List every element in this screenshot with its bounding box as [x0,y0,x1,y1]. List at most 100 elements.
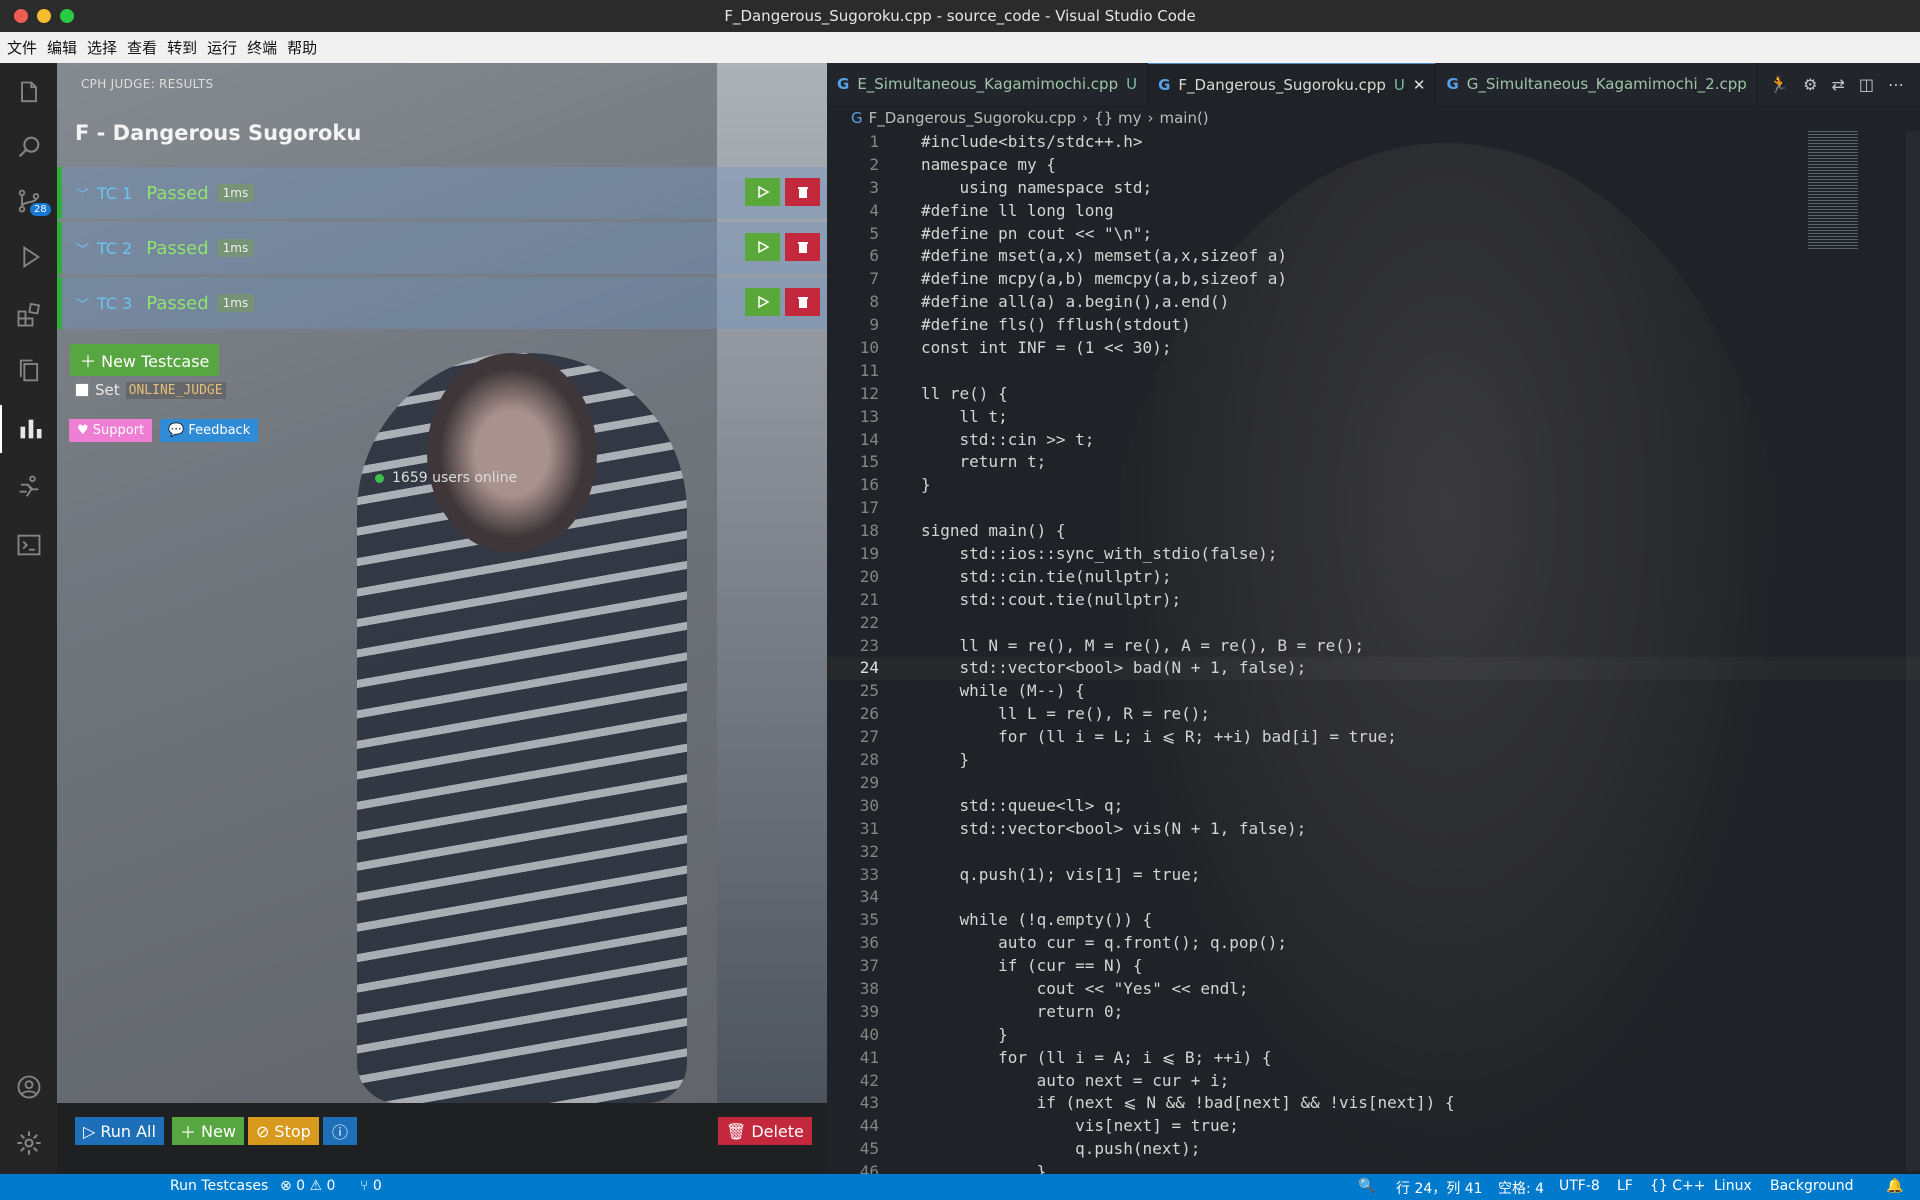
code-line[interactable]: 28 } [827,749,1920,772]
code-line[interactable]: 7 #define mcpy(a,b) memcpy(a,b,sizeof a) [827,268,1920,291]
tab-f-dangerous[interactable]: G F_Dangerous_Sugoroku.cpp U ✕ [1148,63,1437,106]
code-line[interactable]: 14 std::cin >> t; [827,429,1920,452]
compare-changes-icon[interactable]: ⇄ [1831,75,1844,94]
code-line[interactable]: 2 namespace my { [827,154,1920,177]
eol-status[interactable]: LF [1617,1178,1633,1194]
run-testcase-button[interactable] [745,178,780,206]
notifications-icon[interactable]: 🔔 [1886,1178,1903,1194]
online-judge-checkbox[interactable] [75,383,89,397]
code-line[interactable]: 17 [827,497,1920,520]
minimap[interactable] [1808,131,1858,251]
copy-icon[interactable] [0,347,57,395]
run-testcase-button[interactable] [745,288,780,316]
code-line[interactable]: 40 } [827,1024,1920,1047]
chevron-down-icon[interactable]: ﹀ [76,294,89,313]
os-status[interactable]: Linux [1714,1178,1752,1194]
menu-goto[interactable]: 转到 [167,37,197,58]
testcase-row[interactable]: ﹀ TC 2 Passed 1ms [57,222,827,274]
code-line[interactable]: 35 while (!q.empty()) { [827,909,1920,932]
feedback-button[interactable]: 💬 Feedback [160,419,259,442]
code-line[interactable]: 43 if (next ⩽ N && !bad[next] && !vis[ne… [827,1092,1920,1115]
menu-run[interactable]: 运行 [207,37,237,58]
code-line[interactable]: 12 ll re() { [827,383,1920,406]
settings-gear-icon[interactable] [0,1119,57,1167]
editor-scrollbar[interactable] [1906,131,1920,1171]
code-line[interactable]: 4 #define ll long long [827,200,1920,223]
menu-terminal[interactable]: 终端 [247,37,277,58]
delete-testcase-button[interactable] [785,178,820,206]
code-line[interactable]: 39 return 0; [827,1001,1920,1024]
indentation-status[interactable]: 空格: 4 [1498,1178,1544,1198]
code-line[interactable]: 24 std::vector<bool> bad(N + 1, false); [827,657,1920,680]
close-window-button[interactable] [14,9,28,23]
code-line[interactable]: 20 std::cin.tie(nullptr); [827,566,1920,589]
problems-status[interactable]: ⊗ 0 ⚠ 0 [280,1178,335,1194]
run-code-icon[interactable]: 🏃 [1769,75,1789,94]
run-all-button[interactable]: ▷ Run All [75,1117,164,1145]
code-line[interactable]: 30 std::queue<ll> q; [827,795,1920,818]
info-button[interactable]: ⓘ [323,1117,358,1145]
delete-testcase-button[interactable] [785,233,820,261]
extensions-icon[interactable] [0,291,57,339]
new-button[interactable]: ＋ New [172,1117,244,1145]
code-line[interactable]: 38 cout << "Yes" << endl; [827,978,1920,1001]
code-line[interactable]: 33 q.push(1); vis[1] = true; [827,864,1920,887]
terminal-icon[interactable] [0,521,57,569]
run-testcase-button[interactable] [745,233,780,261]
tab-e-simultaneous[interactable]: G E_Simultaneous_Kagamimochi.cpp U [827,63,1149,105]
breadcrumb-namespace[interactable]: {} my [1094,109,1141,127]
code-line[interactable]: 13 ll t; [827,406,1920,429]
code-line[interactable]: 27 for (ll i = L; i ⩽ R; ++i) bad[i] = t… [827,726,1920,749]
more-actions-icon[interactable]: ⋯ [1888,75,1904,94]
delete-all-button[interactable]: 🗑 Delete [718,1117,812,1145]
search-icon[interactable] [0,123,57,171]
ports-status[interactable]: ⑂ 0 [360,1178,382,1194]
code-line[interactable]: 45 q.push(next); [827,1138,1920,1161]
menu-select[interactable]: 选择 [87,37,117,58]
settings-icon[interactable]: ⚙ [1803,75,1817,94]
code-line[interactable]: 22 [827,612,1920,635]
code-line[interactable]: 18 signed main() { [827,520,1920,543]
maximize-window-button[interactable] [60,9,74,23]
code-lines[interactable]: 1 #include<bits/stdc++.h> 2 namespace my {3… [827,131,1920,1174]
zoom-icon[interactable]: 🔍 [1358,1178,1375,1194]
code-line[interactable]: 5 #define pn cout << "\n"; [827,223,1920,246]
explorer-icon[interactable] [0,69,57,117]
chevron-down-icon[interactable]: ﹀ [76,184,89,203]
code-line[interactable]: 42 auto next = cur + i; [827,1070,1920,1093]
background-status[interactable]: Background [1770,1178,1854,1194]
code-line[interactable]: 31 std::vector<bool> vis(N + 1, false); [827,818,1920,841]
menu-view[interactable]: 查看 [127,37,157,58]
code-line[interactable]: 32 [827,841,1920,864]
code-line[interactable]: 21 std::cout.tie(nullptr); [827,589,1920,612]
code-line[interactable]: 36 auto cur = q.front(); q.pop(); [827,932,1920,955]
code-line[interactable]: 3 using namespace std; [827,177,1920,200]
code-line[interactable]: 46 } [827,1161,1920,1174]
close-icon[interactable]: ✕ [1413,76,1426,94]
account-icon[interactable] [0,1063,57,1111]
run-testcases-status[interactable]: Run Testcases [170,1178,268,1194]
minimize-window-button[interactable] [37,9,51,23]
menu-edit[interactable]: 编辑 [47,37,77,58]
encoding-status[interactable]: UTF-8 [1559,1178,1600,1194]
code-line[interactable]: 37 if (cur == N) { [827,955,1920,978]
testcase-row[interactable]: ﹀ TC 1 Passed 1ms [57,167,827,219]
cph-judge-icon[interactable] [0,405,59,453]
testcase-row[interactable]: ﹀ TC 3 Passed 1ms [57,277,827,329]
code-line[interactable]: 34 [827,886,1920,909]
code-line[interactable]: 15 return t; [827,451,1920,474]
code-line[interactable]: 23 ll N = re(), M = re(), A = re(), B = … [827,635,1920,658]
source-control-icon[interactable]: 28 [0,177,57,225]
language-status[interactable]: {} C++ [1650,1178,1706,1194]
code-line[interactable]: 29 [827,772,1920,795]
code-line[interactable]: 9 #define fls() fflush(stdout) [827,314,1920,337]
split-editor-icon[interactable]: ◫ [1859,75,1874,94]
breadcrumb-file[interactable]: F_Dangerous_Sugoroku.cpp [869,109,1077,127]
menu-help[interactable]: 帮助 [287,37,317,58]
tab-g-simultaneous[interactable]: G G_Simultaneous_Kagamimochi_2.cpp [1436,63,1758,105]
code-line[interactable]: 44 vis[next] = true; [827,1115,1920,1138]
code-line[interactable]: 19 std::ios::sync_with_stdio(false); [827,543,1920,566]
code-line[interactable]: 26 ll L = re(), R = re(); [827,703,1920,726]
code-line[interactable]: 16} [827,474,1920,497]
code-line[interactable]: 25 while (M--) { [827,680,1920,703]
